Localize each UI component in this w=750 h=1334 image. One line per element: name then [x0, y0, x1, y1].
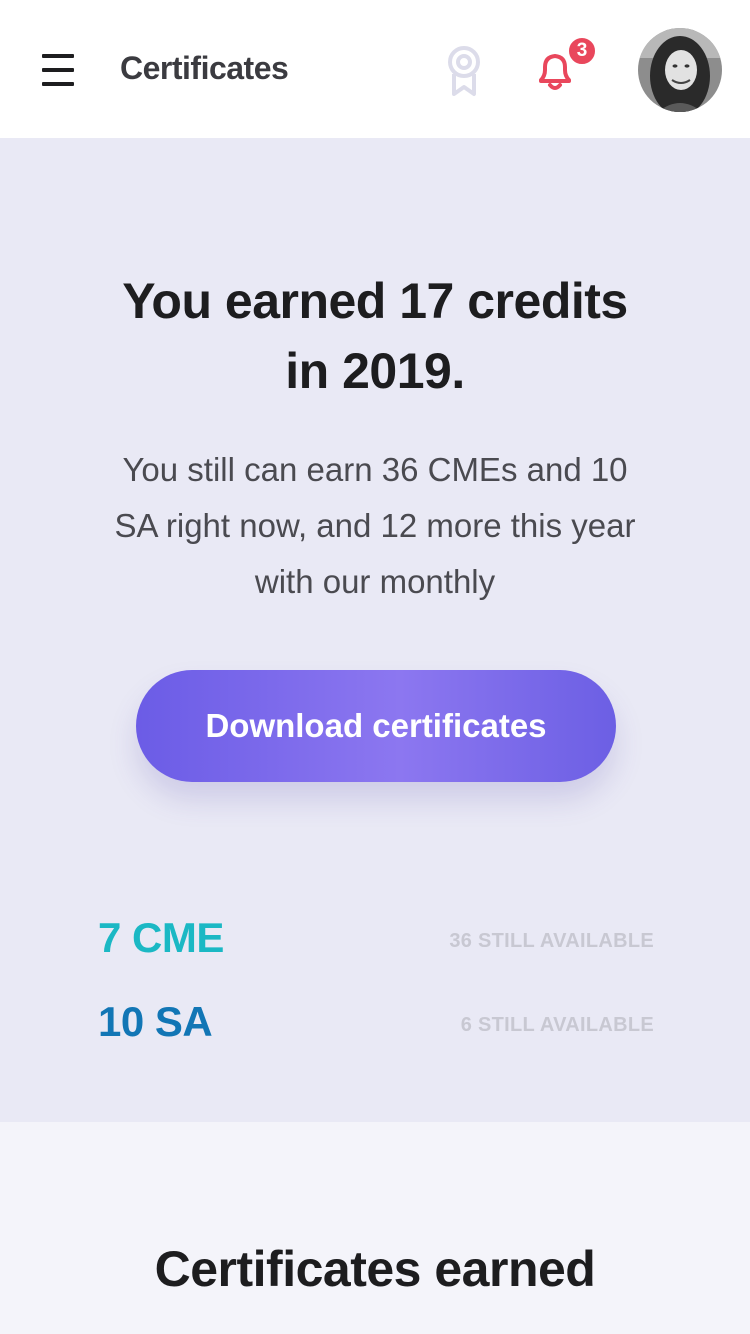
menu-button[interactable] [40, 52, 76, 88]
certificates-earned-section: Certificates earned [0, 1122, 750, 1334]
avatar-image [638, 28, 722, 112]
credit-row-sa: 10 SA 6 STILL AVAILABLE [98, 998, 654, 1048]
credits-headline: You earned 17 credits in 2019. [122, 273, 628, 399]
menu-icon-line [42, 54, 74, 58]
credit-amount: 10 SA [98, 998, 213, 1045]
credits-description: You still can earn 36 CMEs and 10 SA rig… [114, 451, 636, 600]
menu-icon-line [42, 68, 74, 72]
section-title: Certificates earned [154, 1241, 596, 1297]
menu-icon-line [42, 82, 74, 86]
page-title: Certificates [120, 50, 289, 86]
download-certificates-button[interactable]: Download certificates [136, 670, 616, 782]
award-icon [448, 46, 480, 96]
credits-summary: You earned 17 credits in 2019. You still… [0, 138, 750, 1122]
notification-badge: 3 [567, 36, 597, 66]
award-button[interactable] [444, 44, 484, 98]
credit-amount: 7 CME [98, 914, 224, 961]
app-header: Certificates 3 [0, 0, 750, 138]
credit-row-cme: 7 CME 36 STILL AVAILABLE [98, 914, 654, 964]
credit-available: 6 STILL AVAILABLE [460, 1014, 654, 1036]
credit-available: 36 STILL AVAILABLE [449, 930, 654, 952]
user-avatar[interactable] [638, 28, 722, 112]
